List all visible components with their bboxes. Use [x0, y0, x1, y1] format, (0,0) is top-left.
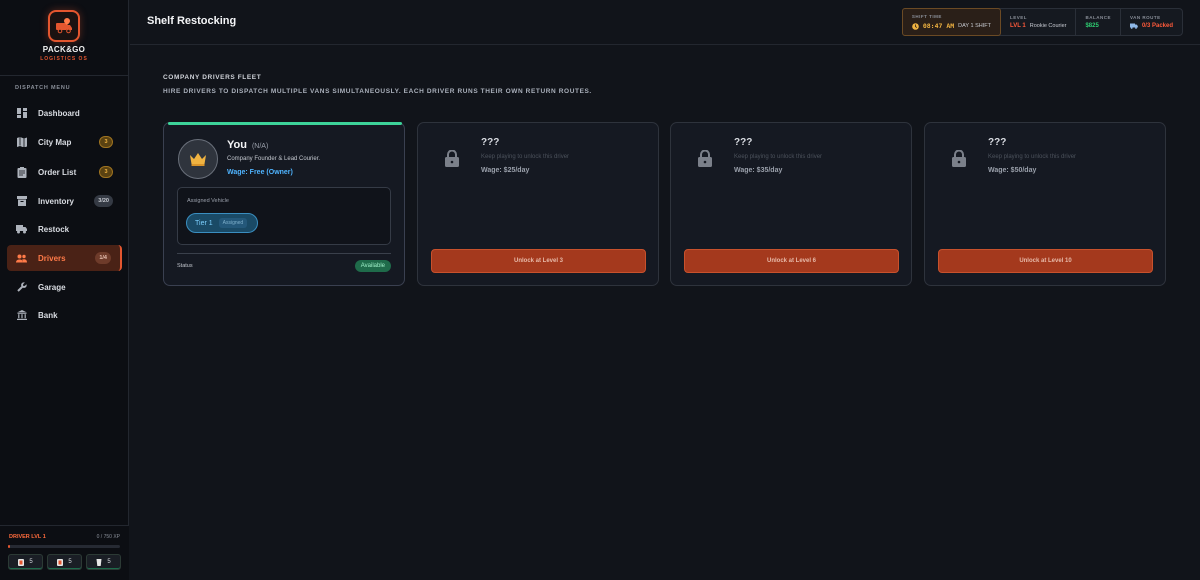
- map-icon: [16, 137, 27, 148]
- lock-icon: [698, 150, 712, 167]
- unlock-driver-button[interactable]: Unlock at Level 6: [684, 249, 899, 273]
- driver-name: ???: [481, 137, 500, 148]
- stock-count: 5: [68, 559, 72, 565]
- count-badge: 3/20: [94, 195, 113, 207]
- sidebar-item-label: Order List: [38, 167, 77, 177]
- vehicle-tier-pill[interactable]: Tier 1 Assigned: [186, 213, 258, 233]
- shift-time-stat: SHIFT TIME 08:47 AM DAY 1 SHIFT: [901, 8, 1001, 36]
- box-icon: [16, 196, 27, 207]
- divider: [177, 253, 391, 254]
- sidebar-item-label: Restock: [38, 224, 70, 234]
- lock-icon: [445, 150, 459, 167]
- stock-count: 5: [29, 559, 33, 565]
- shift-day: DAY 1 SHIFT: [958, 23, 991, 29]
- logo-icon[interactable]: [48, 10, 80, 42]
- driver-card-owner[interactable]: You (N/A) Company Founder & Lead Courier.…: [163, 122, 405, 286]
- driver-name: You (N/A): [227, 139, 269, 151]
- clipboard-icon: [16, 166, 27, 178]
- sidebar-item-label: Garage: [38, 282, 66, 292]
- xp-count: 0 / 750 XP: [96, 534, 120, 540]
- section-title: COMPANY DRIVERS FLEET: [163, 74, 262, 81]
- driver-name: ???: [734, 137, 753, 148]
- driver-wage: Wage: $35/day: [734, 167, 783, 174]
- sidebar-item-dashboard[interactable]: Dashboard: [7, 100, 122, 126]
- cup-icon: [96, 558, 102, 566]
- stock-count: 5: [107, 559, 111, 565]
- sidebar-item-label: Drivers: [38, 253, 66, 263]
- sidebar-item-city-map[interactable]: City Map 3: [7, 129, 122, 155]
- unlock-hint: Keep playing to unlock this driver: [988, 154, 1077, 160]
- wrench-icon: [16, 282, 27, 293]
- van-route-stat: VAN ROUTE 0/3 Packed: [1129, 15, 1173, 29]
- lock-icon: [952, 150, 966, 167]
- driver-wage: Wage: $25/day: [481, 167, 530, 174]
- unlock-driver-button[interactable]: Unlock at Level 10: [938, 249, 1153, 273]
- users-icon: [16, 253, 27, 264]
- level-value: LVL 1: [1009, 23, 1026, 29]
- sidebar-item-order-list[interactable]: Order List 3: [7, 159, 122, 185]
- truck-icon: [16, 224, 27, 235]
- clock-icon: [912, 22, 919, 30]
- sidebar-item-drivers[interactable]: Drivers 1/4: [7, 245, 122, 271]
- sidebar-item-label: Dashboard: [38, 108, 80, 118]
- menu-title: DISPATCH MENU: [15, 85, 71, 91]
- balance-value: $825: [1085, 23, 1099, 29]
- header: Shelf Restocking SHIFT TIME 08:47 AM DAY…: [130, 0, 1200, 45]
- vehicle-tier: Tier 1: [195, 219, 213, 227]
- status-badge: Available: [354, 260, 391, 272]
- driver-wage: Wage: $50/day: [988, 167, 1037, 174]
- sidebar-item-bank[interactable]: Bank: [7, 302, 122, 328]
- vehicle-label: Assigned Vehicle: [187, 198, 229, 204]
- page-title: Shelf Restocking: [147, 15, 237, 27]
- sidebar-item-inventory[interactable]: Inventory 3/20: [7, 188, 122, 214]
- crown-icon: [190, 152, 206, 166]
- brand-name: PACK&GO: [42, 45, 86, 54]
- vehicle-assigned-badge: Assigned: [218, 218, 248, 228]
- driver-description: Company Founder & Lead Courier.: [227, 156, 321, 162]
- count-badge: 3: [99, 166, 113, 178]
- shift-time: 08:47 AM: [922, 22, 955, 30]
- van-route-value: 0/3 Packed: [1141, 23, 1173, 29]
- driver-card-locked: ??? Keep playing to unlock this driver W…: [670, 122, 912, 286]
- count-badge: 3: [99, 136, 113, 148]
- sidebar-item-label: City Map: [38, 137, 72, 147]
- unlock-hint: Keep playing to unlock this driver: [734, 154, 823, 160]
- status-label: Status: [177, 263, 193, 269]
- driver-level: DRIVER LVL 1: [9, 534, 46, 540]
- stock-chip[interactable]: 5: [86, 554, 121, 570]
- sidebar-footer: DRIVER LVL 1 0 / 750 XP 5 5 5: [0, 525, 129, 580]
- van-icon: [1129, 23, 1138, 29]
- xp-progress-bar: [8, 545, 120, 548]
- driver-card-locked: ??? Keep playing to unlock this driver W…: [417, 122, 659, 286]
- assigned-vehicle-panel: Assigned Vehicle Tier 1 Assigned: [177, 187, 391, 245]
- stock-chip[interactable]: 5: [8, 554, 43, 570]
- sidebar-item-label: Inventory: [38, 196, 75, 206]
- stock-summary: 5 5 5: [8, 554, 121, 570]
- sidebar-item-restock[interactable]: Restock: [7, 216, 122, 242]
- stats-bar: SHIFT TIME 08:47 AM DAY 1 SHIFT LEVEL LV…: [901, 8, 1183, 36]
- driver-tag: (N/A): [251, 143, 269, 150]
- package-icon: [57, 558, 64, 566]
- section-description: HIRE DRIVERS TO DISPATCH MULTIPLE VANS S…: [163, 88, 592, 95]
- unlock-driver-button[interactable]: Unlock at Level 3: [431, 249, 646, 273]
- bank-icon: [16, 310, 27, 321]
- driver-name: ???: [988, 137, 1007, 148]
- sidebar-item-garage[interactable]: Garage: [7, 274, 122, 300]
- brand: PACK&GO LOGISTICS OS: [0, 0, 128, 76]
- package-icon: [18, 558, 25, 566]
- level-rank: Rookie Courier: [1029, 23, 1067, 29]
- card-accent: [168, 122, 402, 125]
- driver-wage: Wage: Free (Owner): [227, 169, 293, 176]
- avatar: [178, 139, 218, 179]
- sidebar-item-label: Bank: [38, 310, 58, 320]
- unlock-hint: Keep playing to unlock this driver: [481, 154, 570, 160]
- sidebar: PACK&GO LOGISTICS OS DISPATCH MENU Dashb…: [0, 0, 129, 580]
- count-badge: 1/4: [95, 252, 111, 264]
- stock-chip[interactable]: 5: [47, 554, 82, 570]
- level-stat: LEVEL LVL 1 Rookie Courier: [1001, 9, 1077, 35]
- dashboard-icon: [16, 108, 27, 119]
- brand-subtitle: LOGISTICS OS: [40, 56, 88, 62]
- driver-card-locked: ??? Keep playing to unlock this driver W…: [924, 122, 1166, 286]
- balance-stat: BALANCE $825: [1076, 9, 1121, 35]
